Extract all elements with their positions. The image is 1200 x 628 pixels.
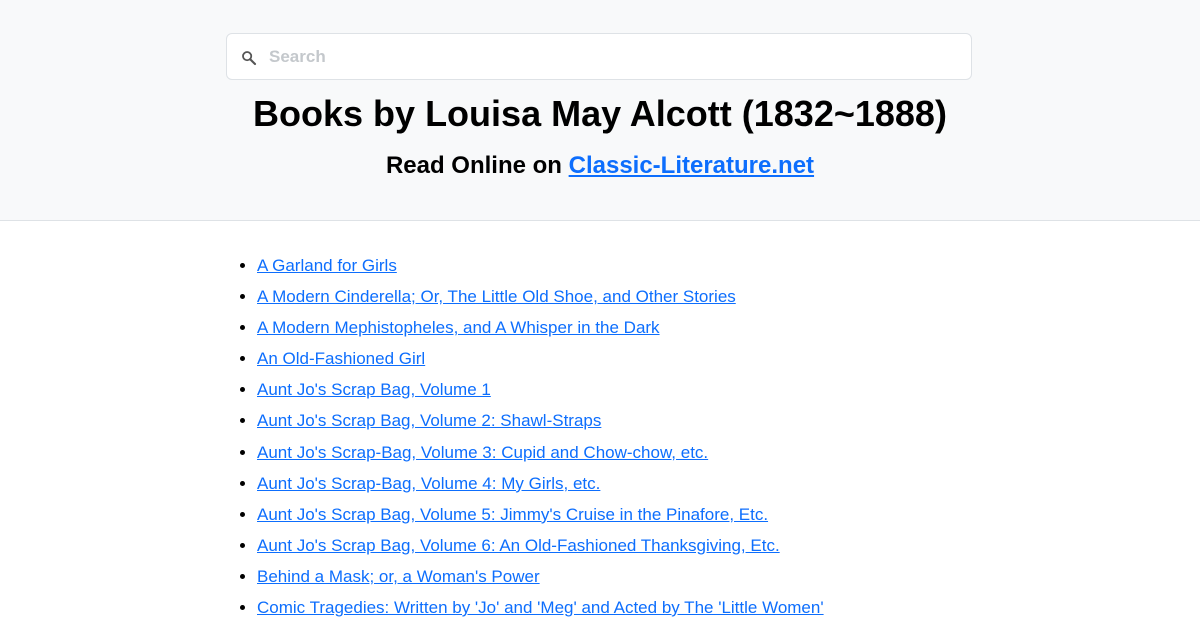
site-link[interactable]: Classic-Literature.net (569, 152, 814, 179)
list-item: A Garland for Girls (257, 250, 824, 281)
list-item: Aunt Jo's Scrap Bag, Volume 6: An Old-Fa… (257, 530, 824, 561)
book-link[interactable]: Aunt Jo's Scrap-Bag, Volume 3: Cupid and… (257, 443, 708, 462)
page-header: Books by Louisa May Alcott (1832~1888) R… (0, 0, 1200, 221)
book-list: A Garland for Girls A Modern Cinderella; … (257, 250, 824, 623)
subtitle-prefix: Read Online on (385, 152, 569, 179)
book-link[interactable]: Aunt Jo's Scrap Bag, Volume 5: Jimmy's C… (257, 505, 768, 524)
book-link[interactable]: An Old-Fashioned Girl (257, 349, 425, 368)
list-item: Aunt Jo's Scrap-Bag, Volume 4: My Girls,… (257, 468, 824, 499)
book-link[interactable]: A Modern Mephistopheles, and A Whisper i… (257, 318, 660, 337)
book-link[interactable]: Behind a Mask; or, a Woman's Power (257, 567, 540, 586)
book-link[interactable]: Aunt Jo's Scrap Bag, Volume 2: Shawl-Str… (257, 411, 601, 430)
book-link[interactable]: A Garland for Girls (257, 256, 397, 275)
search-input[interactable] (269, 34, 959, 79)
book-link[interactable]: A Modern Cinderella; Or, The Little Old … (257, 287, 736, 306)
book-link[interactable]: Aunt Jo's Scrap Bag, Volume 6: An Old-Fa… (257, 536, 780, 555)
search-box[interactable] (226, 33, 972, 80)
list-item: An Old-Fashioned Girl (257, 343, 824, 374)
search-icon (242, 51, 257, 66)
list-item: Aunt Jo's Scrap Bag, Volume 2: Shawl-Str… (257, 405, 824, 436)
book-link[interactable]: Comic Tragedies: Written by 'Jo' and 'Me… (257, 598, 824, 617)
list-item: Comic Tragedies: Written by 'Jo' and 'Me… (257, 592, 824, 623)
list-item: Aunt Jo's Scrap Bag, Volume 5: Jimmy's C… (257, 499, 824, 530)
list-item: Aunt Jo's Scrap Bag, Volume 1 (257, 374, 824, 405)
page-title: Books by Louisa May Alcott (1832~1888) (253, 93, 947, 134)
list-item: A Modern Mephistopheles, and A Whisper i… (257, 312, 824, 343)
list-item: Aunt Jo's Scrap-Bag, Volume 3: Cupid and… (257, 437, 824, 468)
list-item: A Modern Cinderella; Or, The Little Old … (257, 281, 824, 312)
book-link[interactable]: Aunt Jo's Scrap-Bag, Volume 4: My Girls,… (257, 474, 600, 493)
book-link[interactable]: Aunt Jo's Scrap Bag, Volume 1 (257, 380, 491, 399)
page-subtitle: Read Online on Classic-Literature.net (0, 149, 1200, 183)
list-item: Behind a Mask; or, a Woman's Power (257, 561, 824, 592)
